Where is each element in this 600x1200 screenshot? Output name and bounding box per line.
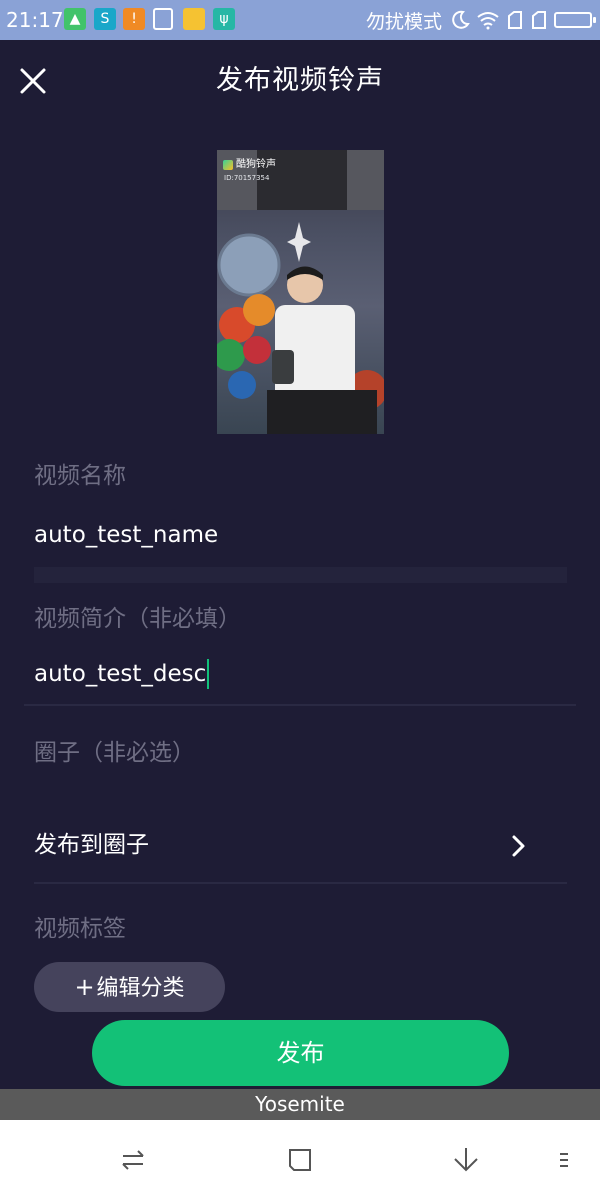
status-right-group: 勿扰模式: [365, 7, 596, 33]
status-bar: 21:17 ▲ S ! ψ 勿扰模式: [0, 0, 600, 40]
thumbnail-logo: 酷狗铃声: [223, 158, 276, 172]
battery-icon: [554, 12, 596, 28]
divider: [34, 567, 567, 583]
menu-icon[interactable]: [552, 1144, 576, 1176]
sim2-signal-icon: [532, 11, 546, 29]
dnd-label: 勿扰模式: [365, 10, 442, 33]
usb-icon: ψ: [213, 8, 235, 30]
sim1-signal-icon: [508, 11, 522, 29]
edit-category-label: 编辑分类: [96, 976, 185, 1001]
page-title: 发布视频铃声: [216, 65, 384, 96]
moon-icon: [452, 10, 470, 29]
kugou-logo-icon: [223, 160, 233, 170]
publish-to-circle-label: 发布到圈子: [34, 832, 149, 858]
thumbnail-logo-text: 酷狗铃声: [236, 159, 276, 170]
switch-icon[interactable]: [117, 1144, 149, 1176]
video-tags-label: 视频标签: [34, 916, 126, 942]
thumbnail-id: ID:70157354: [224, 174, 270, 182]
down-arrow-icon[interactable]: [450, 1144, 482, 1176]
circle-label: 圈子（非必选）: [34, 740, 195, 766]
video-desc-label: 视频简介（非必填）: [34, 606, 241, 632]
publish-button[interactable]: 发布: [92, 1020, 509, 1086]
status-time: 21:17: [6, 8, 64, 32]
cleaner-icon: [153, 8, 173, 30]
plus-icon: +: [74, 973, 95, 1001]
divider: [34, 882, 567, 884]
video-thumbnail[interactable]: 酷狗铃声 ID:70157354: [217, 150, 384, 434]
video-desc-value: auto_test_desc: [34, 661, 207, 687]
warning-icon: !: [123, 8, 145, 30]
publish-to-circle-row[interactable]: 发布到圈子: [34, 828, 564, 864]
video-thumbnail-image: [217, 150, 384, 434]
android-app-icon: ▲: [64, 8, 86, 30]
chevron-right-icon: [512, 835, 525, 857]
wifi-icon: [477, 12, 499, 30]
system-nav-bar: [0, 1120, 600, 1200]
video-desc-input[interactable]: auto_test_desc: [34, 659, 210, 689]
toast-message: Yosemite: [0, 1089, 600, 1120]
text-cursor: [207, 659, 210, 689]
video-name-label: 视频名称: [34, 463, 126, 489]
video-name-input[interactable]: auto_test_name: [34, 520, 218, 550]
folder-icon: [183, 8, 205, 30]
edit-category-button[interactable]: +编辑分类: [34, 962, 225, 1012]
sync-app-icon: S: [94, 8, 116, 30]
home-square-icon[interactable]: [284, 1144, 316, 1176]
header: 发布视频铃声: [0, 40, 600, 124]
divider: [24, 704, 576, 706]
